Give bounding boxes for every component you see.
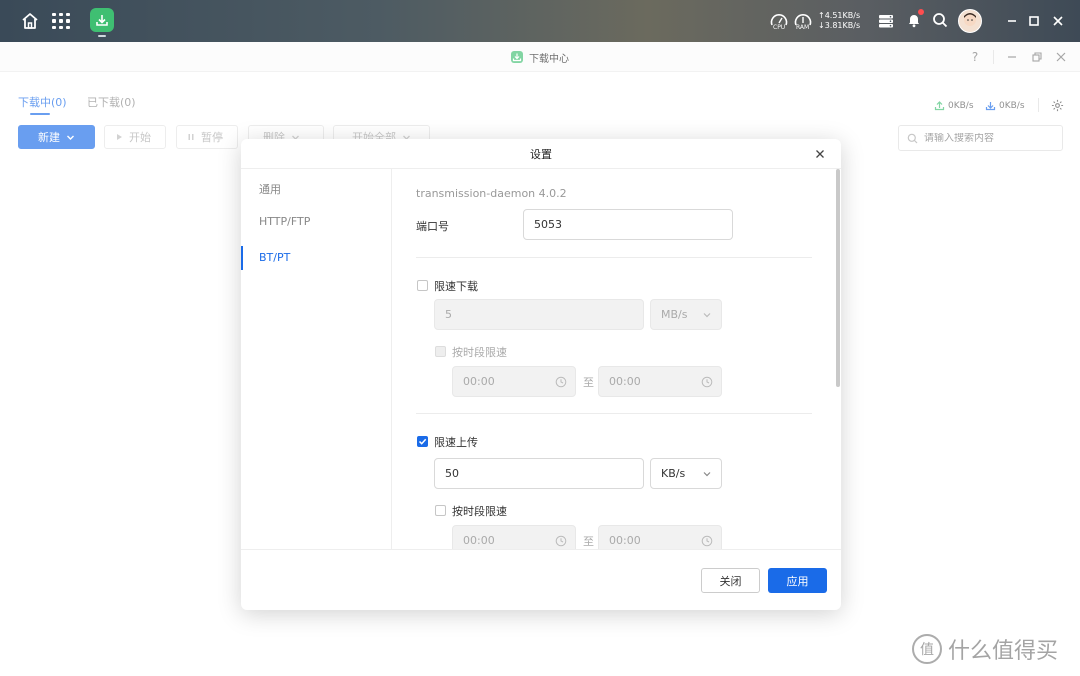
divider bbox=[416, 413, 812, 414]
running-indicator bbox=[98, 35, 106, 37]
notification-badge bbox=[918, 9, 924, 15]
content-scrollbar[interactable] bbox=[836, 169, 840, 387]
clock-icon bbox=[555, 535, 567, 547]
limit-download-value: 5 bbox=[445, 308, 452, 321]
clock-icon bbox=[701, 376, 713, 388]
net-upload-speed: ↑4.51KB/s bbox=[818, 11, 861, 20]
ram-label: RAM bbox=[796, 24, 810, 31]
app-grid-icon[interactable] bbox=[50, 10, 72, 32]
chevron-down-icon bbox=[703, 472, 711, 477]
system-taskbar: CPU RAM ↑4.51KB/s ↓3.81KB/s bbox=[0, 0, 1080, 42]
download-center-app-icon[interactable] bbox=[90, 8, 114, 32]
upload-end-time-input[interactable]: 00:00 bbox=[598, 525, 722, 549]
dialog-header: 设置 bbox=[241, 139, 841, 169]
settings-content: transmission-daemon 4.0.2 端口号 5053 限速下载 … bbox=[392, 169, 841, 549]
apply-button-label: 应用 bbox=[786, 574, 809, 588]
apply-button[interactable]: 应用 bbox=[768, 568, 827, 593]
checkmark-icon bbox=[418, 438, 427, 445]
server-icon[interactable] bbox=[877, 12, 895, 30]
search-icon[interactable] bbox=[931, 11, 949, 29]
limit-download-checkbox[interactable] bbox=[417, 280, 428, 291]
home-icon[interactable] bbox=[18, 9, 42, 33]
sidebar-item-bt-pt[interactable]: BT/PT bbox=[259, 251, 290, 264]
settings-dialog: 设置 通用 HTTP/FTP BT/PT transmission-daemon… bbox=[241, 139, 841, 610]
net-download-speed: ↓3.81KB/s bbox=[818, 21, 861, 30]
to-label: 至 bbox=[583, 376, 594, 389]
port-value: 5053 bbox=[534, 218, 562, 231]
download-start-time: 00:00 bbox=[463, 375, 495, 388]
watermark: 值 什么值得买 bbox=[912, 633, 1058, 665]
divider bbox=[416, 257, 812, 258]
download-end-time: 00:00 bbox=[609, 375, 641, 388]
sidebar-item-general[interactable]: 通用 bbox=[259, 181, 281, 197]
port-label: 端口号 bbox=[416, 220, 449, 233]
dialog-title: 设置 bbox=[530, 147, 552, 161]
upload-schedule-label: 按时段限速 bbox=[452, 505, 507, 518]
minimize-icon[interactable] bbox=[1004, 13, 1020, 29]
upload-schedule-checkbox[interactable] bbox=[435, 505, 446, 516]
settings-sidebar: 通用 HTTP/FTP BT/PT bbox=[241, 169, 392, 549]
download-start-time-input[interactable]: 00:00 bbox=[452, 366, 576, 397]
active-item-indicator bbox=[241, 246, 243, 270]
watermark-logo-icon: 值 bbox=[912, 634, 942, 664]
limit-download-input[interactable]: 5 bbox=[434, 299, 644, 330]
download-end-time-input[interactable]: 00:00 bbox=[598, 366, 722, 397]
limit-upload-input[interactable]: 50 bbox=[434, 458, 644, 489]
cpu-label: CPU bbox=[773, 24, 786, 31]
download-schedule-checkbox[interactable] bbox=[435, 346, 446, 357]
limit-download-unit: MB/s bbox=[661, 308, 688, 321]
chevron-down-icon bbox=[703, 313, 711, 318]
maximize-icon[interactable] bbox=[1026, 13, 1042, 29]
dialog-footer: 关闭 应用 bbox=[241, 549, 841, 610]
close-button[interactable]: 关闭 bbox=[701, 568, 760, 593]
close-icon[interactable] bbox=[1050, 13, 1066, 29]
port-input[interactable]: 5053 bbox=[523, 209, 733, 240]
to-label: 至 bbox=[583, 535, 594, 548]
limit-upload-value: 50 bbox=[445, 467, 459, 480]
close-button-label: 关闭 bbox=[719, 574, 742, 588]
limit-download-unit-select[interactable]: MB/s bbox=[650, 299, 722, 330]
limit-upload-checkbox[interactable] bbox=[417, 436, 428, 447]
clock-icon bbox=[701, 535, 713, 547]
limit-upload-unit: KB/s bbox=[661, 467, 686, 480]
clock-icon bbox=[555, 376, 567, 388]
limit-upload-unit-select[interactable]: KB/s bbox=[650, 458, 722, 489]
watermark-text: 什么值得买 bbox=[948, 639, 1059, 664]
user-avatar[interactable] bbox=[958, 9, 982, 33]
upload-start-time-input[interactable]: 00:00 bbox=[452, 525, 576, 549]
upload-end-time: 00:00 bbox=[609, 534, 641, 547]
download-schedule-label: 按时段限速 bbox=[452, 346, 507, 359]
version-text: transmission-daemon 4.0.2 bbox=[416, 187, 567, 200]
network-speed: ↑4.51KB/s ↓3.81KB/s bbox=[818, 11, 860, 31]
close-icon[interactable] bbox=[813, 147, 827, 161]
limit-download-label: 限速下载 bbox=[434, 280, 478, 293]
upload-start-time: 00:00 bbox=[463, 534, 495, 547]
sidebar-item-http-ftp[interactable]: HTTP/FTP bbox=[259, 215, 310, 228]
limit-upload-label: 限速上传 bbox=[434, 436, 478, 449]
